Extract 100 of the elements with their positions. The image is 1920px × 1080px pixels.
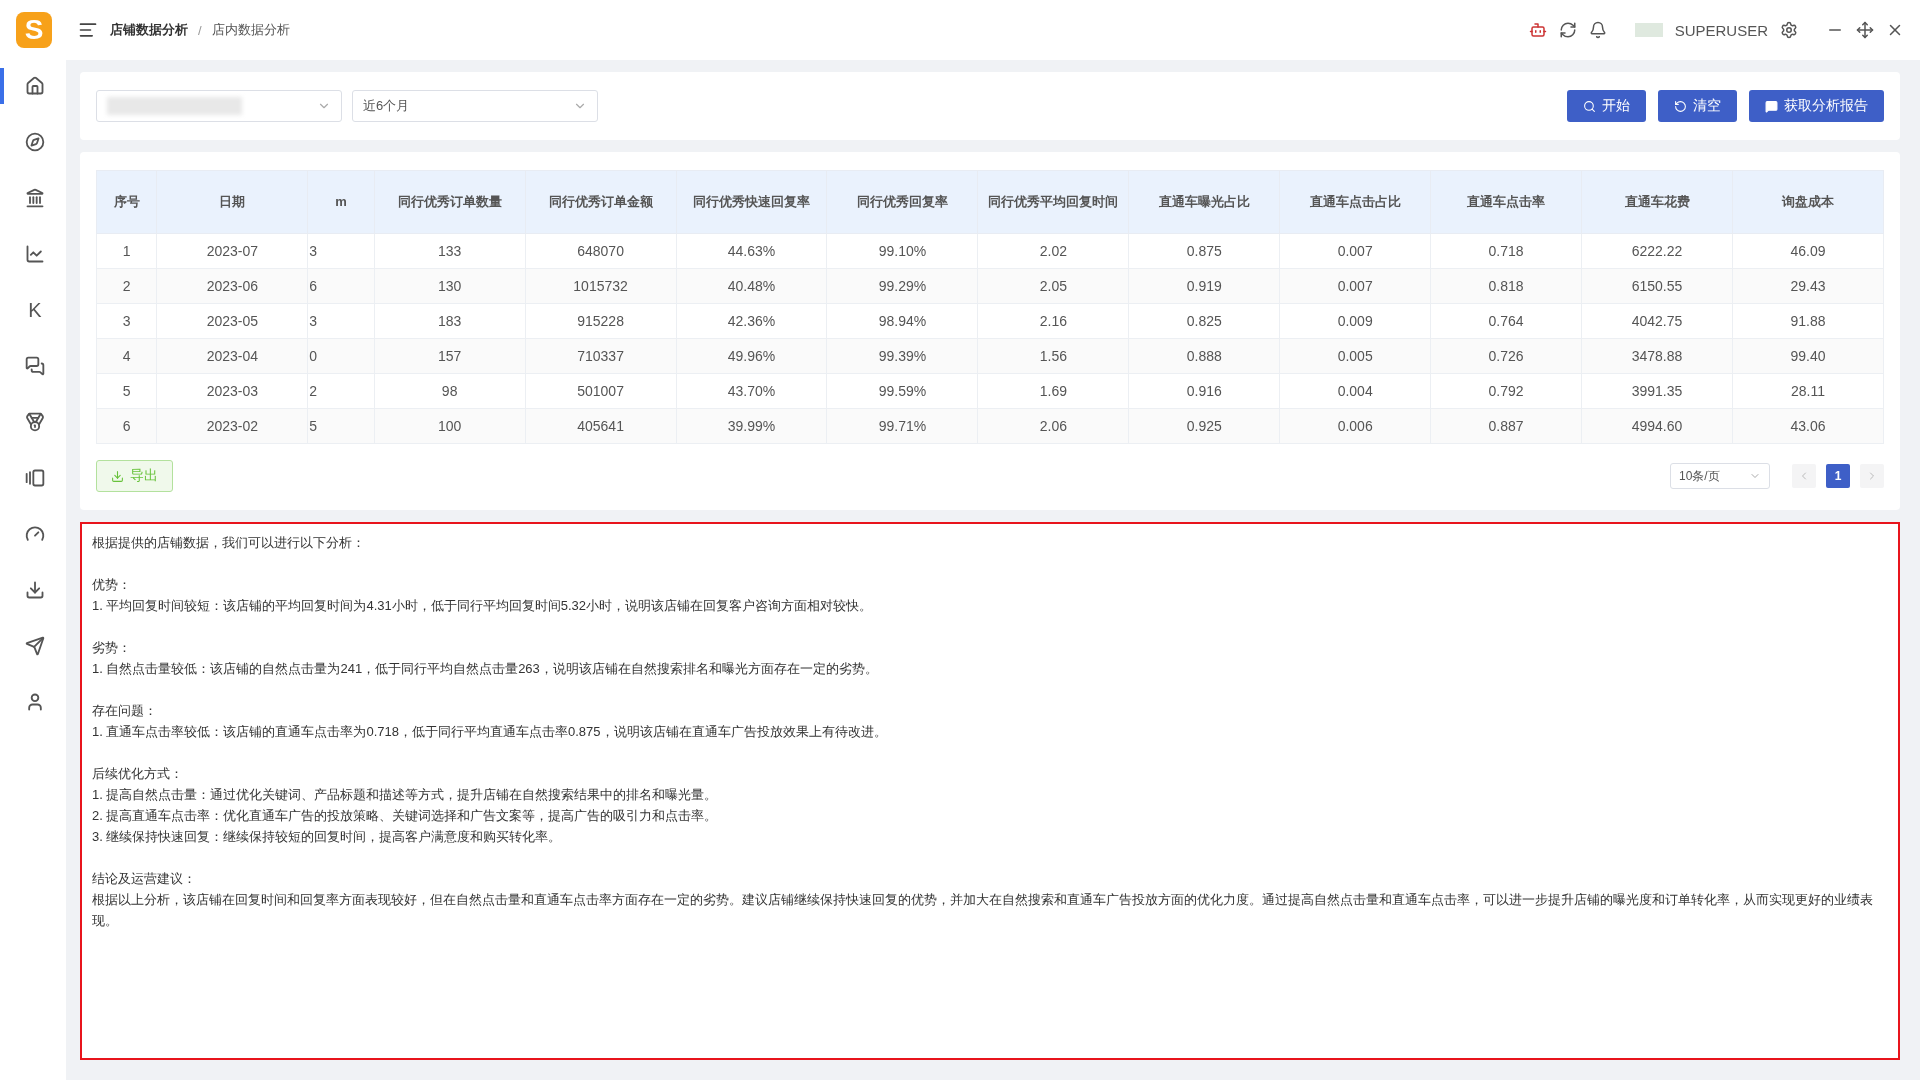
report-line: 1. 直通车点击率较低：该店铺的直通车点击率为0.718，低于同行平均直通车点击率0.875，说明该店铺在直通车广告投放效果上有待改进。 [92,723,888,741]
table-cell: 0.004 [1279,373,1431,409]
username: SUPERUSER [1674,21,1768,39]
refresh-icon[interactable] [1558,21,1577,39]
move-icon[interactable] [1856,21,1874,39]
report-heading: 结论及运营建议： [92,870,197,888]
column-header: 询盘成本 [1732,170,1884,234]
table-cell: 0.718 [1430,233,1582,269]
table-cell: 39.99% [676,408,827,444]
table-cell: 0.887 [1430,408,1582,444]
sidebar-item[interactable]: K [0,292,66,328]
table-cell: 2023-03 [156,373,308,409]
table-cell: 43.06 [1732,408,1884,444]
breadcrumb-item: 店内数据分析 [211,21,290,39]
table-cell: 0.818 [1430,268,1582,304]
table-cell: 99.71% [826,408,978,444]
table-cell: 44.63% [676,233,827,269]
table-cell: 2.05 [977,268,1129,304]
table-cell: 3478.88 [1581,338,1733,374]
page-size-select[interactable]: 10条/页 [1670,463,1770,489]
analysis-report[interactable] [80,522,1900,1060]
breadcrumb-item[interactable]: 店铺数据分析 [110,21,188,39]
table-cell: 2 [307,373,375,409]
table-cell: 0.825 [1128,303,1280,339]
page-button[interactable]: 1 [1826,464,1850,488]
report-line: 3. 继续保持快速回复：继续保持较短的回复时间，提高客户满意度和购买转化率。 [92,828,563,846]
table-cell: 98.94% [826,303,978,339]
app-logo: S [16,12,52,48]
table-cell: 2.02 [977,233,1129,269]
send-icon [25,636,45,656]
table-cell: 0.925 [1128,408,1280,444]
table-cell: 4042.75 [1581,303,1733,339]
report-line: 根据以上分析，该店铺在回复时间和回复率方面表现较好，但在自然点击量和直通车点击率方面存在一定的劣势。建议店铺继续保持快速回复的优势，并加大在自然搜索和直通车广告投放方面的优化力度。通过提高自然点击量和直通车点击率，可以进一步提升店铺的曝光度和订单转化率，从而实现更好的业绩表现。 [92,891,1874,930]
column-header: 直通车花费 [1581,170,1733,234]
gauge-icon [25,524,45,544]
medal-icon [25,412,45,432]
table-cell: 3 [96,303,157,339]
table-cell: 0.009 [1279,303,1431,339]
table-cell: 98 [374,373,526,409]
table-cell: 405641 [525,408,677,444]
line-chart-icon [25,244,45,264]
table-cell: 2023-04 [156,338,308,374]
table-cell: 0.007 [1279,233,1431,269]
table-cell: 0.875 [1128,233,1280,269]
table-cell: 0.007 [1279,268,1431,304]
table-cell: 100 [374,408,526,444]
bell-icon[interactable] [1588,21,1607,39]
column-header: m [307,170,375,234]
table-cell: 0.792 [1430,373,1582,409]
cards-icon [25,468,45,488]
column-header: 同行优秀订单金额 [525,170,677,234]
download-icon [25,580,45,600]
settings-icon[interactable] [1780,21,1798,39]
table-cell: 46.09 [1732,233,1884,269]
table-cell: 28.11 [1732,373,1884,409]
table-cell: 5 [307,408,375,444]
report-heading: 后续优化方式： [92,765,184,783]
sidebar-letter: K [28,298,42,322]
column-header: 直通车曝光占比 [1128,170,1280,234]
action-button[interactable]: 开始 [1567,90,1646,122]
table-cell: 0 [307,338,375,374]
report-line: 1. 平均回复时间较短：该店铺的平均回复时间为4.31小时，低于同行平均回复时间5.32小时，说明该店铺在回复客户咨询方面相对较快。 [92,597,874,615]
column-header: 同行优秀回复率 [826,170,978,234]
table-cell: 0.764 [1430,303,1582,339]
report-line: 根据提供的店铺数据，我们可以进行以下分析： [92,534,366,552]
table-cell: 2023-07 [156,233,308,269]
menu-icon[interactable] [78,20,98,40]
message-icon [1765,99,1778,113]
avatar [1634,23,1663,37]
table-cell: 0.888 [1128,338,1280,374]
table-cell: 1015732 [525,268,677,304]
table-cell: 183 [374,303,526,339]
download-icon [111,469,124,483]
report-line: 2. 提高直通车点击率：优化直通车广告的投放策略、关键词选择和广告文案等，提高广告的吸引力和点击率。 [92,807,719,825]
table-cell: 0.005 [1279,338,1431,374]
reset-icon [1674,99,1687,113]
robot-icon[interactable] [1528,21,1547,39]
table-cell: 0.006 [1279,408,1431,444]
home-icon [25,76,45,96]
action-button[interactable]: 清空 [1658,90,1737,122]
table-cell: 3 [307,303,375,339]
table-cell: 43.70% [676,373,827,409]
period-select[interactable]: 近6个月 [352,90,598,122]
building-icon [25,188,45,208]
column-header: 直通车点击占比 [1279,170,1431,234]
table-cell: 3991.35 [1581,373,1733,409]
chat-icon [25,356,45,376]
column-header: 日期 [156,170,308,234]
table-cell: 4994.60 [1581,408,1733,444]
table-cell: 6 [96,408,157,444]
table-cell: 2.16 [977,303,1129,339]
action-button[interactable]: 获取分析报告 [1749,90,1884,122]
table-cell: 2023-02 [156,408,308,444]
table-cell: 40.48% [676,268,827,304]
table-cell: 2.06 [977,408,1129,444]
table-cell: 0.726 [1430,338,1582,374]
report-heading: 劣势： [92,639,132,657]
table-cell: 5 [96,373,157,409]
table-cell: 0.916 [1128,373,1280,409]
table-cell: 29.43 [1732,268,1884,304]
